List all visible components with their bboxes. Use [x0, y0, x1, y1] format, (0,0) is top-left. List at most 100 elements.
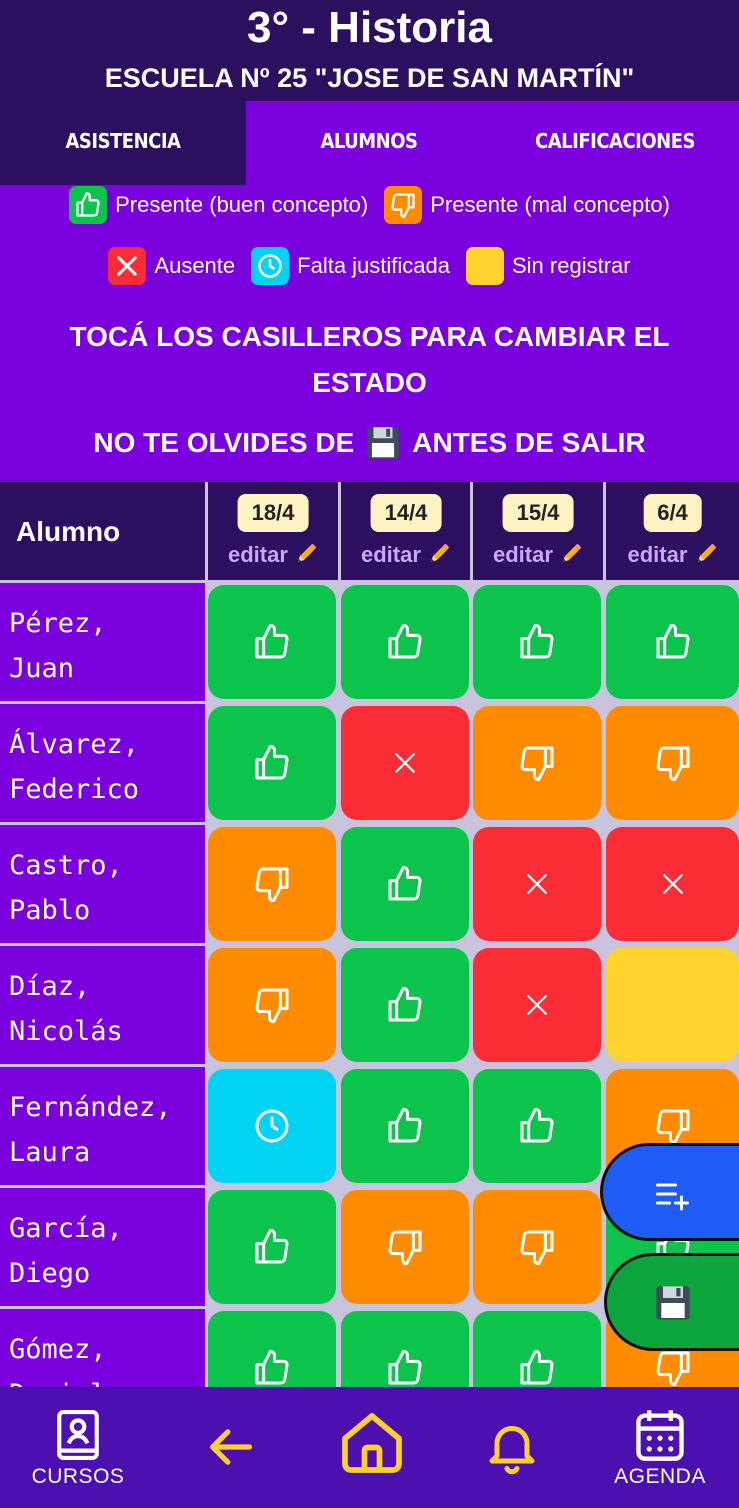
attendance-cell-bad[interactable]	[473, 1190, 601, 1304]
legend-present-bad: Presente (mal concepto)	[384, 186, 670, 224]
add-list-button[interactable]	[600, 1143, 739, 1241]
edit-date-button[interactable]: editar	[341, 542, 471, 568]
attendance-cell-justified[interactable]	[208, 1069, 336, 1183]
tab-bar: ASISTENCIA ALUMNOS CALIFICACIONES	[0, 101, 739, 185]
thumbs-up-icon	[252, 622, 292, 662]
nav-cursos[interactable]: CURSOS	[28, 1387, 128, 1508]
clock-icon	[251, 247, 290, 285]
close-icon	[522, 869, 552, 899]
attendance-cell-absent[interactable]	[341, 706, 469, 820]
edit-label: editar	[227, 542, 288, 567]
student-name: Gómez, Daniel	[0, 1309, 205, 1387]
attendance-cell-absent[interactable]	[473, 948, 601, 1062]
attendance-cell-bad[interactable]	[473, 706, 601, 820]
student-surname: Pérez,	[9, 608, 107, 639]
legend-row-1: Presente (buen concepto) Presente (mal c…	[0, 185, 739, 225]
thumbs-down-icon	[653, 1106, 693, 1146]
clock-icon	[252, 1106, 292, 1146]
student-firstname: Diego	[9, 1258, 91, 1289]
thumbs-down-icon	[517, 743, 557, 783]
legend-present-bad-label: Presente (mal concepto)	[430, 192, 670, 217]
student-firstname: Federico	[9, 774, 140, 805]
app-header: 3° - Historia ESCUELA Nº 25 "JOSE DE SAN…	[0, 0, 739, 101]
thumbs-up-icon	[517, 1348, 557, 1387]
instructions-change-state: TOCÁ LOS CASILLEROS PARA CAMBIAR EL ESTA…	[69, 321, 670, 398]
save-button[interactable]	[604, 1253, 739, 1351]
thumbs-up-icon	[385, 622, 425, 662]
table-header: Alumno 18/4 editar 14/4 editar 15/4 editar …	[0, 482, 739, 580]
thumbs-up-icon	[517, 622, 557, 662]
nav-notifications[interactable]	[478, 1387, 546, 1508]
student-name: Fernández, Laura	[0, 1067, 205, 1185]
attendance-cell-absent[interactable]	[473, 827, 601, 941]
student-surname: Fernández,	[9, 1092, 172, 1123]
edit-date-button[interactable]: editar	[606, 542, 739, 568]
school-name: ESCUELA Nº 25 "JOSE DE SAN MARTÍN"	[104, 63, 635, 93]
thumbs-up-icon	[385, 864, 425, 904]
legend-present-good-label: Presente (buen concepto)	[115, 192, 369, 217]
date-column-header: 14/4 editar	[338, 482, 471, 580]
tab-asistencia[interactable]: ASISTENCIA	[0, 101, 246, 185]
attendance-cell-bad[interactable]	[341, 1190, 469, 1304]
attendance-cell-good[interactable]	[606, 585, 739, 699]
legend-row-2: Ausente Falta justificada Sin registrar	[0, 246, 739, 286]
student-name: Castro, Pablo	[0, 825, 205, 943]
attendance-cell-good[interactable]	[473, 585, 601, 699]
attendance-cell-good[interactable]	[208, 1311, 336, 1387]
edit-label: editar	[627, 542, 688, 567]
attendance-cell-bad[interactable]	[606, 706, 739, 820]
nav-back[interactable]	[196, 1387, 264, 1508]
attendance-cell-good[interactable]	[208, 706, 336, 820]
attendance-cell-absent[interactable]	[606, 827, 739, 941]
pencil-icon	[431, 544, 449, 562]
student-surname: Castro,	[9, 850, 123, 881]
nav-cursos-label: CURSOS	[31, 1465, 125, 1488]
arrow-left-icon	[210, 1429, 253, 1465]
close-icon	[390, 748, 420, 778]
student-surname: García,	[9, 1213, 123, 1244]
tab-calificaciones[interactable]: CALIFICACIONES	[492, 101, 738, 185]
alumno-column-header: Alumno	[16, 516, 121, 547]
instructions-save-pre: NO TE OLVIDES DE	[93, 427, 355, 458]
calendar-icon	[636, 1410, 684, 1461]
table-row: Álvarez, Federico	[0, 704, 739, 822]
student-name: García, Diego	[0, 1188, 205, 1306]
attendance-cell-good[interactable]	[341, 1311, 469, 1387]
student-surname: Gómez,	[9, 1334, 107, 1365]
table-row: Pérez, Juan	[0, 583, 739, 701]
attendance-cell-good[interactable]	[341, 585, 469, 699]
attendance-cell-bad[interactable]	[208, 948, 336, 1062]
nav-agenda[interactable]: AGENDA	[610, 1387, 710, 1508]
legend-unregistered-label: Sin registrar	[512, 253, 631, 278]
attendance-cell-good[interactable]	[208, 585, 336, 699]
table-row: Díaz, Nicolás	[0, 946, 739, 1064]
attendance-cell-bad[interactable]	[208, 827, 336, 941]
attendance-cell-good[interactable]	[341, 1069, 469, 1183]
student-surname: Díaz,	[9, 971, 91, 1002]
edit-date-button[interactable]: editar	[473, 542, 603, 568]
thumbs-up-icon	[69, 186, 108, 224]
thumbs-down-icon	[653, 1348, 693, 1387]
nav-home[interactable]	[334, 1387, 410, 1508]
thumbs-down-icon	[517, 1227, 557, 1267]
thumbs-up-icon	[385, 1348, 425, 1387]
edit-date-button[interactable]: editar	[208, 542, 338, 568]
legend-justified: Falta justificada	[251, 247, 450, 285]
floppy-disk-icon	[364, 424, 402, 462]
close-icon	[658, 869, 688, 899]
thumbs-up-icon	[517, 1106, 557, 1146]
thumbs-down-icon	[385, 1227, 425, 1267]
attendance-cell-good[interactable]	[473, 1311, 601, 1387]
student-firstname: Daniel	[9, 1372, 205, 1387]
book-user-icon	[57, 1410, 99, 1460]
attendance-cell-good[interactable]	[473, 1069, 601, 1183]
attendance-cell-good[interactable]	[208, 1190, 336, 1304]
thumbs-up-icon	[252, 1348, 292, 1387]
thumbs-down-icon	[252, 985, 292, 1025]
attendance-cell-good[interactable]	[341, 827, 469, 941]
tab-alumnos[interactable]: ALUMNOS	[246, 101, 492, 185]
legend-present-good: Presente (buen concepto)	[69, 186, 368, 224]
attendance-cell-none[interactable]	[606, 948, 739, 1062]
thumbs-up-icon	[252, 1227, 292, 1267]
attendance-cell-good[interactable]	[341, 948, 469, 1062]
